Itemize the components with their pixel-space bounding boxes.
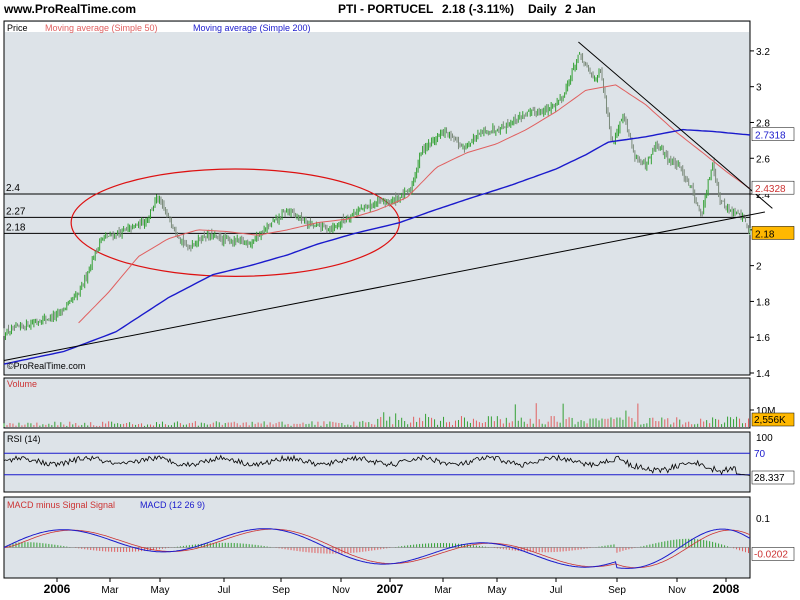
macd-last-value: -0.0202 <box>754 549 788 560</box>
x-label-May: May <box>488 585 507 596</box>
price-ytick-label: 1.8 <box>756 297 770 308</box>
price-ytick-label: 2 <box>756 262 762 273</box>
rsi-ytick-100: 100 <box>756 433 773 444</box>
hline-label: 2.18 <box>6 222 26 233</box>
ma200-value: 2.7318 <box>755 131 786 142</box>
price-panel <box>3 20 751 376</box>
x-label-2006: 2006 <box>44 582 71 596</box>
x-label-Jul: Jul <box>550 585 563 596</box>
macd-ytick-0.1: 0.1 <box>756 514 770 525</box>
volume-last-value: 2,556K <box>754 415 786 426</box>
rsi-panel <box>3 431 751 493</box>
last-price-value: 2.18 <box>755 229 775 240</box>
macd-panel <box>3 496 751 579</box>
x-label-Nov: Nov <box>332 585 350 596</box>
price-ytick-label: 2.6 <box>756 154 770 165</box>
x-label-Jul: Jul <box>218 585 231 596</box>
price-ytick-label: 3 <box>756 83 762 94</box>
legend-rsi: RSI (14) <box>7 434 41 444</box>
x-label-Mar: Mar <box>434 585 452 596</box>
legend-volume: Volume <box>7 379 37 389</box>
x-label-Mar: Mar <box>101 585 119 596</box>
price-ytick-label: 1.4 <box>756 369 770 380</box>
legend-macd: MACD (12 26 9) <box>140 500 205 510</box>
x-label-2007: 2007 <box>377 582 404 596</box>
legend-macd-hist: MACD minus Signal Signal <box>7 500 115 510</box>
price-chart[interactable]: Price Moving average (Simple 50) Moving av… <box>0 0 800 600</box>
x-label-2008: 2008 <box>713 582 740 596</box>
price-ytick-label: 1.6 <box>756 333 770 344</box>
x-label-Sep: Sep <box>608 585 626 596</box>
hline-label: 2.4 <box>6 183 20 194</box>
legend-price: Price <box>7 23 28 33</box>
watermark: ©ProRealTime.com <box>7 361 85 371</box>
x-label-May: May <box>151 585 170 596</box>
legend-ma50: Moving average (Simple 50) <box>45 23 158 33</box>
rsi-last-value: 28.337 <box>754 473 785 484</box>
price-ytick-label: 3.2 <box>756 47 770 58</box>
ma50-value: 2.4328 <box>755 184 786 195</box>
hline-label: 2.27 <box>6 206 26 217</box>
x-label-Sep: Sep <box>272 585 290 596</box>
x-label-Nov: Nov <box>668 585 686 596</box>
legend-ma200: Moving average (Simple 200) <box>193 23 311 33</box>
rsi-ytick-70: 70 <box>754 449 766 460</box>
